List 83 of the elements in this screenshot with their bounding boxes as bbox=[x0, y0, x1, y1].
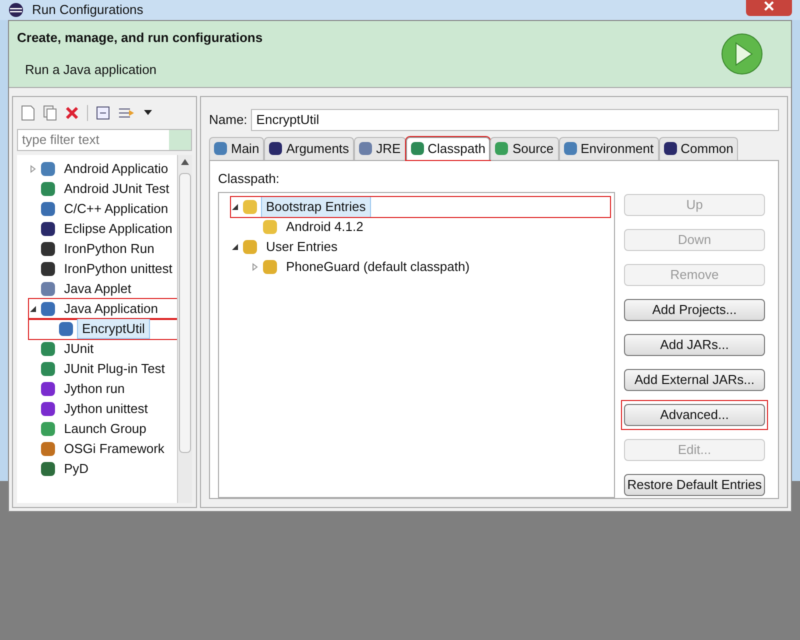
filter-icon[interactable] bbox=[118, 106, 136, 120]
header-title: Create, manage, and run configurations bbox=[17, 29, 264, 47]
tree-item[interactable]: Java Application bbox=[59, 298, 163, 320]
tab[interactable]: JRE bbox=[354, 136, 406, 160]
tree-item[interactable]: Android 4.1.2 bbox=[281, 216, 368, 238]
item-type-icon bbox=[41, 282, 55, 296]
tab-icon bbox=[269, 142, 282, 155]
item-type-icon bbox=[41, 462, 55, 476]
tab-icon bbox=[214, 142, 227, 155]
classpath-label: Classpath: bbox=[218, 170, 280, 188]
collapsed-arrow-icon[interactable] bbox=[251, 263, 259, 271]
item-type-icon bbox=[41, 302, 55, 316]
dropdown-caret-icon[interactable] bbox=[144, 110, 152, 115]
tree-item[interactable]: C/C++ Application bbox=[59, 198, 174, 220]
item-type-icon bbox=[41, 442, 55, 456]
name-input[interactable]: EncryptUtil bbox=[251, 108, 779, 130]
tree-item[interactable]: Launch Group bbox=[59, 418, 152, 440]
item-type-icon bbox=[41, 422, 55, 436]
item-type-icon bbox=[41, 242, 55, 256]
collapse-all-icon[interactable] bbox=[96, 106, 110, 120]
item-type-icon bbox=[41, 222, 55, 236]
action-button[interactable]: Add JARs... bbox=[624, 334, 765, 356]
item-type-icon bbox=[41, 182, 55, 196]
tree-item[interactable]: Eclipse Application bbox=[59, 218, 177, 240]
tree-item[interactable]: User Entries bbox=[261, 236, 343, 258]
run-play-icon bbox=[721, 32, 763, 74]
collapsed-arrow-icon[interactable] bbox=[29, 164, 37, 172]
tree-item[interactable]: EncryptUtil bbox=[77, 318, 150, 340]
tab-icon bbox=[664, 142, 677, 155]
duplicate-icon[interactable] bbox=[43, 104, 57, 120]
expanded-arrow-icon[interactable] bbox=[29, 304, 37, 312]
name-label: Name: bbox=[209, 110, 248, 129]
delete-icon[interactable] bbox=[65, 106, 79, 120]
tree-item[interactable]: Android JUnit Test bbox=[59, 178, 174, 200]
item-type-icon bbox=[41, 362, 55, 376]
item-type-icon bbox=[41, 382, 55, 396]
tab-icon bbox=[410, 142, 424, 155]
action-button[interactable]: Add Projects... bbox=[624, 298, 765, 321]
expanded-arrow-icon[interactable] bbox=[231, 203, 239, 211]
tree-item[interactable]: Bootstrap Entries bbox=[261, 196, 371, 218]
new-config-icon[interactable] bbox=[21, 104, 35, 120]
window-title: Run Configurations bbox=[32, 1, 144, 19]
scroll-thumb[interactable] bbox=[179, 172, 191, 452]
action-button[interactable]: Restore Default Entries bbox=[624, 474, 765, 496]
item-type-icon bbox=[41, 162, 55, 176]
tree-item[interactable]: PyD bbox=[59, 458, 94, 480]
item-type-icon bbox=[243, 240, 257, 254]
item-type-icon bbox=[41, 262, 55, 276]
item-type-icon bbox=[59, 322, 73, 336]
close-icon bbox=[764, 0, 774, 11]
tree-item[interactable]: Jython unittest bbox=[59, 398, 153, 420]
action-button[interactable]: Add External JARs... bbox=[624, 368, 765, 391]
tree-item[interactable]: Java Applet bbox=[59, 278, 136, 300]
expanded-arrow-icon[interactable] bbox=[231, 243, 239, 251]
tab[interactable]: Classpath bbox=[406, 136, 490, 160]
tree-item[interactable]: OSGi Framework bbox=[59, 438, 170, 460]
app-logo-icon bbox=[8, 2, 24, 18]
tab-icon bbox=[564, 142, 577, 155]
tab[interactable]: Source bbox=[490, 136, 559, 160]
tab[interactable]: Main bbox=[209, 136, 264, 160]
close-button[interactable] bbox=[746, 0, 792, 16]
tree-item[interactable]: Android Applicatio bbox=[59, 158, 174, 180]
item-type-icon bbox=[41, 202, 55, 216]
tree-item[interactable]: Jython run bbox=[59, 378, 130, 400]
item-type-icon bbox=[41, 342, 55, 356]
item-type-icon bbox=[263, 220, 277, 234]
item-type-icon bbox=[243, 200, 257, 214]
tab[interactable]: Arguments bbox=[264, 136, 354, 160]
item-type-icon bbox=[41, 402, 55, 416]
tab-icon bbox=[495, 142, 508, 155]
tab[interactable]: Environment bbox=[558, 136, 659, 160]
tree-item[interactable]: JUnit bbox=[59, 338, 99, 360]
tree-item[interactable]: IronPython unittest bbox=[59, 258, 177, 280]
tree-item[interactable]: PhoneGuard (default classpath) bbox=[281, 256, 475, 278]
tab[interactable]: Common bbox=[658, 136, 738, 160]
tree-item[interactable]: IronPython Run bbox=[59, 238, 160, 260]
scroll-up-icon[interactable] bbox=[181, 158, 189, 164]
tree-item[interactable]: JUnit Plug-in Test bbox=[59, 358, 170, 380]
header-subtitle: Run a Java application bbox=[25, 60, 158, 79]
tab-icon bbox=[359, 142, 372, 155]
action-button[interactable]: Advanced... bbox=[624, 404, 765, 426]
scrollbar[interactable] bbox=[177, 154, 192, 503]
item-type-icon bbox=[263, 260, 277, 274]
